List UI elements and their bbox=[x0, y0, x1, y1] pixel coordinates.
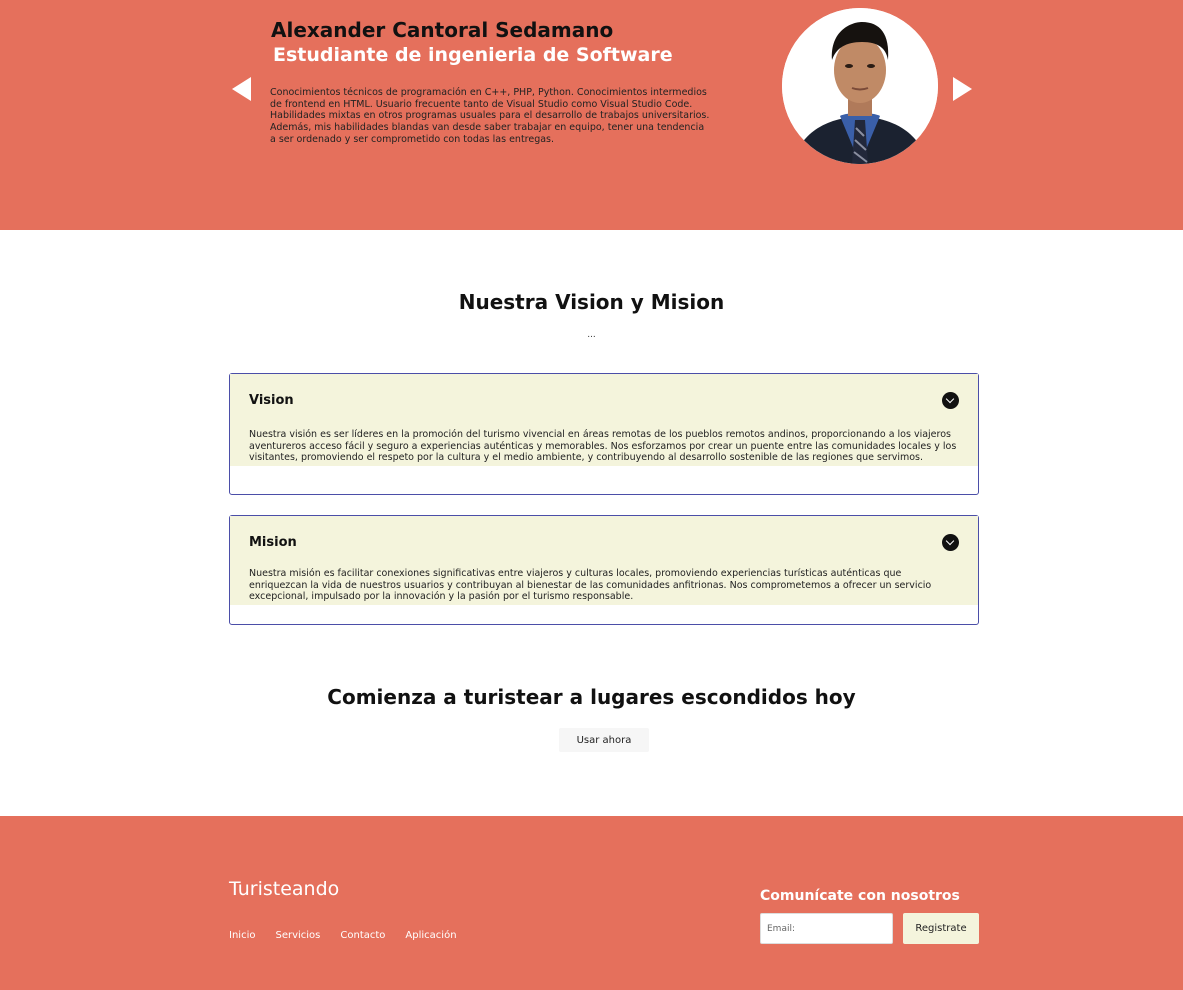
footer-link-servicios[interactable]: Servicios bbox=[275, 930, 320, 941]
section-divider: ... bbox=[587, 330, 596, 340]
accordion-text: Nuestra visión es ser líderes en la prom… bbox=[249, 429, 957, 463]
profile-role: Estudiante de ingenieria de Software bbox=[273, 44, 673, 66]
accordion-label: Mision bbox=[249, 534, 297, 550]
accordion-mision: Mision Nuestra misión es facilitar conex… bbox=[229, 515, 979, 625]
footer-link-inicio[interactable]: Inicio bbox=[229, 930, 255, 941]
accordion-header-mision[interactable]: Mision bbox=[249, 516, 959, 568]
footer-link-contacto[interactable]: Contacto bbox=[340, 930, 385, 941]
profile-name: Alexander Cantoral Sedamano bbox=[271, 18, 614, 42]
contact-title: Comunícate con nosotros bbox=[760, 888, 960, 904]
accordion-label: Vision bbox=[249, 392, 294, 408]
accordion-header-vision[interactable]: Vision bbox=[249, 374, 959, 426]
footer-link-aplicacion[interactable]: Aplicación bbox=[405, 930, 456, 941]
chevron-down-icon[interactable] bbox=[942, 391, 959, 409]
chevron-down-icon[interactable] bbox=[942, 533, 959, 551]
profile-bio: Conocimientos técnicos de programación e… bbox=[270, 87, 710, 145]
chevron-right-icon[interactable] bbox=[953, 77, 972, 101]
chevron-left-icon[interactable] bbox=[232, 77, 251, 101]
accordion-vision: Vision Nuestra visión es ser líderes en … bbox=[229, 373, 979, 495]
cta-title: Comienza a turistear a lugares escondido… bbox=[327, 685, 856, 709]
email-field[interactable] bbox=[760, 913, 893, 944]
register-button[interactable]: Registrate bbox=[903, 913, 979, 944]
footer: Turisteando Inicio Servicios Contacto Ap… bbox=[0, 816, 1183, 990]
accordion-text: Nuestra misión es facilitar conexiones s… bbox=[249, 568, 932, 602]
footer-nav: Inicio Servicios Contacto Aplicación bbox=[229, 930, 457, 941]
avatar bbox=[782, 8, 938, 164]
accordion-panel: Mision Nuestra misión es facilitar conex… bbox=[230, 516, 978, 605]
footer-brand: Turisteando bbox=[229, 878, 340, 900]
vision-mision-title: Nuestra Vision y Mision bbox=[458, 290, 725, 314]
use-now-button[interactable]: Usar ahora bbox=[559, 728, 649, 752]
accordion-panel: Vision Nuestra visión es ser líderes en … bbox=[230, 374, 978, 466]
hero-section: Alexander Cantoral Sedamano Estudiante d… bbox=[0, 0, 1183, 230]
portrait-image bbox=[782, 8, 938, 164]
